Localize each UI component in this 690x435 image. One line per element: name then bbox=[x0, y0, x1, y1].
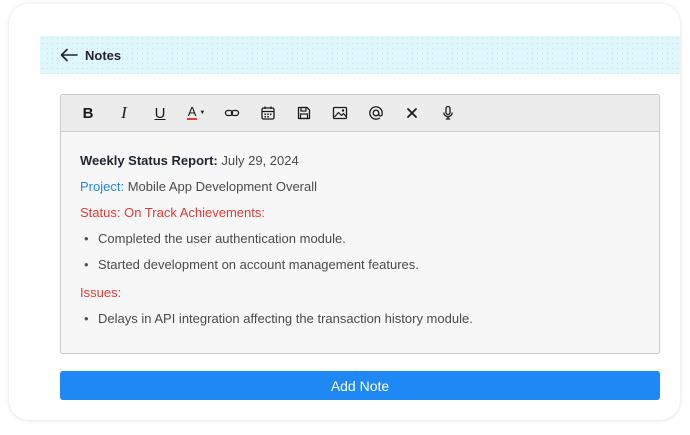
report-label: Weekly Status Report: bbox=[80, 153, 218, 168]
calendar-icon[interactable] bbox=[255, 100, 281, 126]
bold-button[interactable]: B bbox=[75, 100, 101, 126]
list-item: • Delays in API integration affecting the… bbox=[80, 306, 640, 332]
editor-toolbar: B I U A ▼ bbox=[61, 95, 659, 132]
caret-down-icon: ▼ bbox=[199, 110, 206, 116]
list-item-text: Completed the user authentication module… bbox=[98, 231, 346, 246]
rich-text-editor[interactable]: B I U A ▼ Weekly Status Report: July 29,… bbox=[60, 94, 660, 354]
link-icon[interactable] bbox=[219, 100, 245, 126]
notes-header: Notes bbox=[40, 36, 680, 74]
note-content[interactable]: Weekly Status Report: July 29, 2024 Proj… bbox=[61, 132, 659, 348]
italic-button[interactable]: I bbox=[111, 100, 137, 126]
report-line: Weekly Status Report: July 29, 2024 bbox=[80, 148, 640, 174]
mention-icon[interactable] bbox=[363, 100, 389, 126]
list-item: • Started development on account manageme… bbox=[80, 252, 640, 278]
clear-icon[interactable] bbox=[399, 100, 425, 126]
project-line: Project: Mobile App Development Overall bbox=[80, 174, 640, 200]
underline-button[interactable]: U bbox=[147, 100, 173, 126]
list-item-text: Delays in API integration affecting the … bbox=[98, 311, 473, 326]
bullet-icon: • bbox=[84, 231, 89, 246]
text-color-button[interactable]: A ▼ bbox=[183, 100, 209, 126]
text-color-icon: A bbox=[186, 104, 198, 120]
report-date: July 29, 2024 bbox=[217, 153, 299, 168]
issues-label: Issues: bbox=[80, 285, 122, 300]
status-line: Status: On Track Achievements: bbox=[80, 205, 265, 220]
back-arrow-icon[interactable] bbox=[59, 45, 79, 65]
project-label: Project: bbox=[80, 179, 125, 194]
image-icon[interactable] bbox=[327, 100, 353, 126]
project-value: Mobile App Development Overall bbox=[124, 179, 318, 194]
microphone-icon[interactable] bbox=[435, 100, 461, 126]
add-note-button[interactable]: Add Note bbox=[60, 371, 660, 400]
page-title: Notes bbox=[85, 47, 122, 63]
bullet-icon: • bbox=[84, 311, 89, 326]
list-item: • Completed the user authentication modul… bbox=[80, 226, 640, 252]
bullet-icon: • bbox=[84, 257, 89, 272]
save-icon[interactable] bbox=[291, 100, 317, 126]
list-item-text: Started development on account managemen… bbox=[98, 257, 419, 272]
